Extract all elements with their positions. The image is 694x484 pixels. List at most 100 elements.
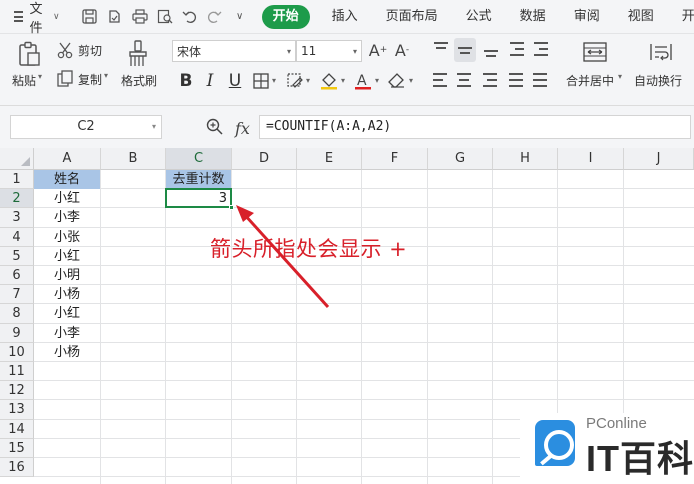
row-header-10[interactable]: 10 (0, 342, 34, 362)
tab-insert[interactable]: 插入 (318, 0, 372, 34)
zoom-search-icon[interactable] (206, 118, 223, 139)
align-bottom-icon[interactable] (480, 40, 502, 60)
column-header-b[interactable]: B (101, 148, 166, 170)
font-color-chevron-icon[interactable]: ▾ (375, 76, 379, 85)
cell-a3[interactable]: 小李 (34, 208, 100, 227)
format-painter-label[interactable]: 格式刷 (121, 72, 157, 89)
italic-button[interactable]: I (199, 70, 221, 92)
tab-developer[interactable]: 开发 (668, 0, 694, 34)
borders-icon[interactable] (250, 70, 272, 92)
format-painter-icon[interactable] (126, 39, 150, 69)
insert-function-icon[interactable]: fx (235, 119, 250, 138)
cell-a10[interactable]: 小杨 (34, 343, 100, 362)
paste-chevron-icon[interactable]: ▾ (38, 72, 42, 81)
tab-formulas[interactable]: 公式 (452, 0, 506, 34)
align-right-icon[interactable] (480, 71, 502, 91)
justify-icon[interactable] (506, 71, 528, 91)
row-header-8[interactable]: 8 (0, 304, 34, 324)
customize-chevron-icon[interactable]: ∨ (232, 9, 248, 25)
tab-review[interactable]: 审阅 (560, 0, 614, 34)
clear-format-chevron-icon[interactable]: ▾ (409, 76, 413, 85)
align-left-icon[interactable] (430, 71, 452, 91)
column-header-j[interactable]: J (624, 148, 694, 170)
cell-style-icon[interactable] (284, 70, 306, 92)
copy-icon[interactable] (56, 69, 74, 87)
select-all-corner[interactable] (0, 148, 34, 170)
tab-data[interactable]: 数据 (506, 0, 560, 34)
wrap-text-icon[interactable] (648, 40, 674, 64)
fill-color-icon[interactable] (318, 70, 340, 92)
column-header-i[interactable]: I (558, 148, 624, 170)
copy-button-label[interactable]: 复制 (78, 71, 102, 88)
cell-a7[interactable]: 小杨 (34, 285, 100, 304)
row-header-16[interactable]: 16 (0, 458, 34, 478)
cut-button-label[interactable]: 剪切 (78, 42, 102, 59)
column-header-c[interactable]: C (166, 148, 232, 170)
tab-page-layout[interactable]: 页面布局 (372, 0, 452, 34)
column-header-h[interactable]: H (493, 148, 558, 170)
row-header-11[interactable]: 11 (0, 362, 34, 382)
align-middle-icon[interactable] (454, 38, 476, 62)
row-header-14[interactable]: 14 (0, 419, 34, 439)
font-color-icon[interactable]: A (352, 70, 374, 92)
align-top-icon[interactable] (430, 40, 452, 60)
print-icon[interactable] (132, 9, 148, 25)
cell-a6[interactable]: 小明 (34, 266, 100, 285)
merge-center-chevron-icon[interactable]: ▾ (618, 72, 622, 81)
increase-indent-icon[interactable] (530, 40, 552, 60)
copy-chevron-icon[interactable]: ▾ (104, 71, 108, 80)
row-header-3[interactable]: 3 (0, 208, 34, 228)
export-icon[interactable] (107, 9, 123, 25)
borders-chevron-icon[interactable]: ▾ (272, 76, 276, 85)
row-header-2[interactable]: 2 (0, 189, 34, 209)
increase-font-icon[interactable]: A + (368, 40, 388, 60)
distributed-align-icon[interactable] (530, 71, 552, 91)
fill-handle[interactable] (229, 205, 234, 211)
row-header-9[interactable]: 9 (0, 323, 34, 343)
font-name-select[interactable]: 宋体 ▾ (172, 40, 296, 62)
cell-c1[interactable]: 去重计数 (166, 170, 231, 189)
column-header-e[interactable]: E (297, 148, 362, 170)
paste-button-label[interactable]: 粘贴 (12, 72, 36, 89)
column-header-d[interactable]: D (232, 148, 297, 170)
clear-format-icon[interactable] (386, 70, 408, 92)
decrease-indent-icon[interactable] (506, 40, 528, 60)
decrease-font-icon[interactable]: A- (392, 40, 412, 60)
save-icon[interactable] (82, 9, 98, 25)
row-header-13[interactable]: 13 (0, 400, 34, 420)
file-menu[interactable]: 文件 ∨ (0, 0, 66, 36)
fill-color-chevron-icon[interactable]: ▾ (341, 76, 345, 85)
merge-center-icon[interactable] (582, 40, 608, 64)
row-header-12[interactable]: 12 (0, 381, 34, 401)
cell-a9[interactable]: 小李 (34, 324, 100, 343)
cell-style-chevron-icon[interactable]: ▾ (306, 76, 310, 85)
row-header-5[interactable]: 5 (0, 246, 34, 266)
tab-home[interactable]: 开始 (261, 4, 310, 29)
cell-a8[interactable]: 小红 (34, 304, 100, 323)
underline-button[interactable]: U (224, 70, 246, 92)
paste-icon[interactable] (16, 40, 42, 68)
row-header-15[interactable]: 15 (0, 438, 34, 458)
row-header-6[interactable]: 6 (0, 266, 34, 286)
align-center-icon[interactable] (454, 71, 476, 91)
cell-a4[interactable]: 小张 (34, 228, 100, 247)
cell-a1[interactable]: 姓名 (34, 170, 100, 189)
redo-icon[interactable] (207, 9, 223, 25)
formula-input[interactable]: =COUNTIF(A:A,A2) (259, 115, 691, 139)
column-header-f[interactable]: F (362, 148, 428, 170)
row-header-1[interactable]: 1 (0, 170, 34, 190)
row-header-4[interactable]: 4 (0, 227, 34, 247)
tab-view[interactable]: 视图 (614, 0, 668, 34)
bold-button[interactable]: B (175, 70, 197, 92)
cell-a2[interactable]: 小红 (34, 189, 100, 208)
column-header-g[interactable]: G (428, 148, 493, 170)
merge-center-label[interactable]: 合并居中 (566, 72, 614, 89)
font-size-select[interactable]: 11 ▾ (296, 40, 362, 62)
column-header-a[interactable]: A (34, 148, 101, 170)
wrap-text-label[interactable]: 自动换行 (634, 72, 682, 89)
undo-icon[interactable] (182, 9, 198, 25)
name-box[interactable]: C2 ▾ (10, 115, 162, 139)
row-header-7[interactable]: 7 (0, 285, 34, 305)
cell-a5[interactable]: 小红 (34, 247, 100, 266)
print-preview-icon[interactable] (157, 9, 173, 25)
